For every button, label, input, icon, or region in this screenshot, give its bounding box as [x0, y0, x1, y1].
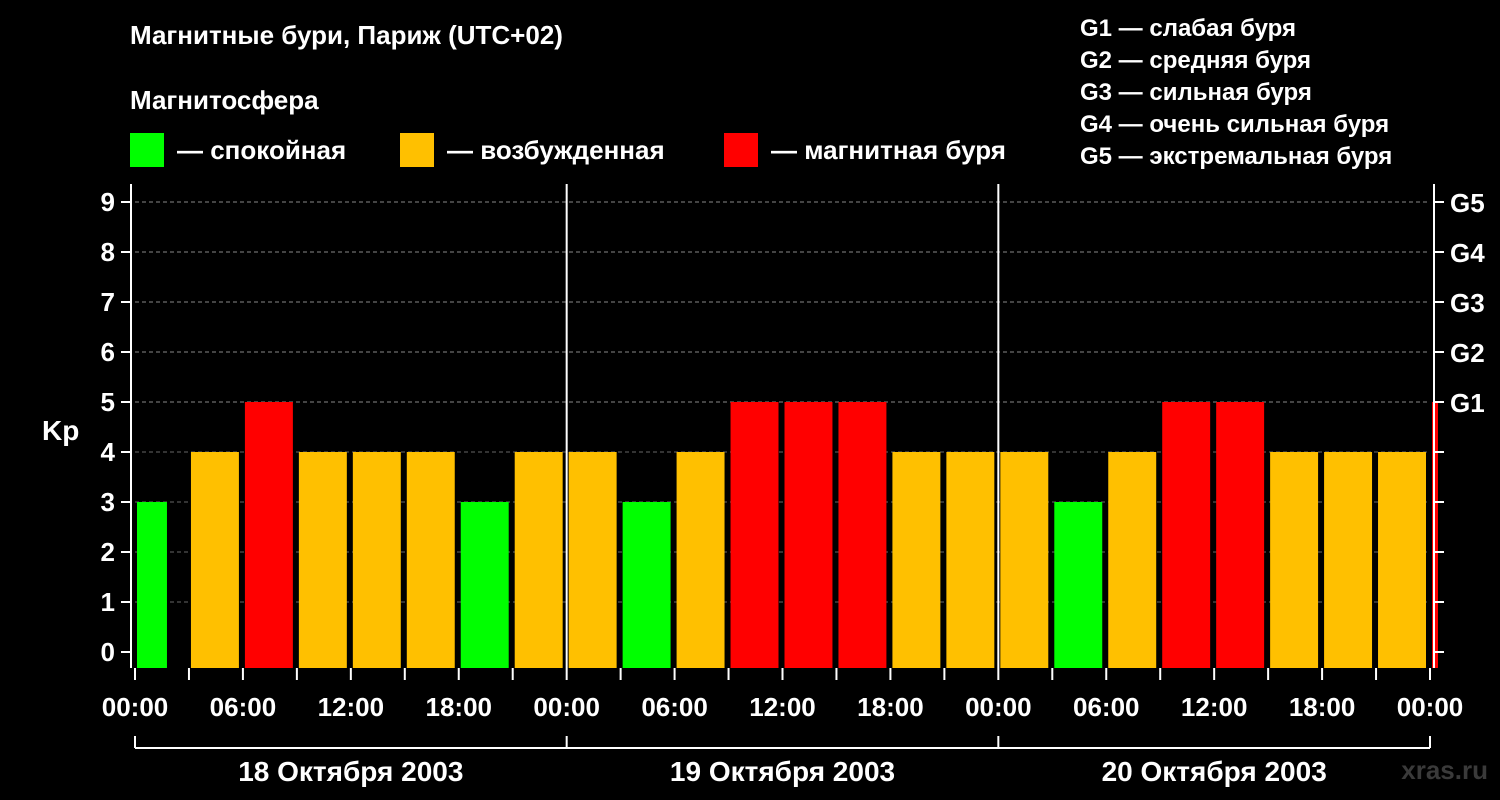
kp-bar [190, 452, 239, 668]
x-tick-label: 18:00 [1289, 692, 1356, 722]
kp-bar [1054, 502, 1103, 668]
kp-bar [838, 402, 887, 668]
kp-bar [1216, 402, 1265, 668]
x-tick-label: 12:00 [1181, 692, 1248, 722]
kp-bar [1108, 452, 1157, 668]
x-tick-label: 00:00 [533, 692, 600, 722]
x-tick-label: 06:00 [641, 692, 708, 722]
kp-bar [730, 402, 779, 668]
x-tick-label: 00:00 [1397, 692, 1464, 722]
x-tick-label: 06:00 [210, 692, 277, 722]
kp-bar [298, 452, 347, 668]
kp-bar [1324, 452, 1373, 668]
right-tick-label: G2 [1450, 338, 1485, 368]
x-tick-label: 00:00 [102, 692, 169, 722]
day-label: 18 Октября 2003 [238, 756, 463, 787]
kp-bar [460, 502, 509, 668]
y-tick-label: 7 [101, 287, 115, 317]
right-tick-label: G4 [1450, 238, 1485, 268]
y-tick-label: 9 [101, 187, 115, 217]
kp-bar [1378, 452, 1426, 668]
x-tick-label: 12:00 [318, 692, 385, 722]
right-tick-label: G3 [1450, 288, 1485, 318]
kp-bar [1000, 452, 1049, 668]
kp-bar [1162, 402, 1211, 668]
y-tick-label: 8 [101, 237, 115, 267]
kp-bar [946, 452, 995, 668]
y-tick-label: 2 [101, 537, 115, 567]
kp-bar [622, 502, 671, 668]
watermark: xras.ru [1401, 755, 1488, 785]
y-tick-label: 4 [101, 437, 116, 467]
x-tick-label: 18:00 [426, 692, 493, 722]
kp-bar [568, 452, 617, 668]
y-axis-label: Kp [42, 415, 79, 446]
x-tick-label: 18:00 [857, 692, 924, 722]
day-label: 19 Октября 2003 [670, 756, 895, 787]
kp-bar [406, 452, 455, 668]
y-tick-label: 3 [101, 487, 115, 517]
y-tick-label: 0 [101, 637, 115, 667]
kp-bar-chart: 0 1 2 3 4 5 6 7 8 9 G1 G2 G3 G4 G5 Kp 00:00 06:00 12:00 18:… [42, 184, 1485, 787]
kp-bar [892, 452, 941, 668]
x-tick-label: 00:00 [965, 692, 1032, 722]
x-tick-label: 12:00 [749, 692, 816, 722]
kp-bar [352, 452, 401, 668]
x-tick-label: 06:00 [1073, 692, 1140, 722]
y-tick-label: 1 [101, 587, 115, 617]
y-tick-label: 5 [101, 387, 115, 417]
kp-bar [1270, 452, 1319, 668]
kp-bar [137, 502, 167, 668]
kp-bar [676, 452, 725, 668]
kp-bar [514, 452, 563, 668]
kp-bar [784, 402, 833, 668]
right-tick-label: G5 [1450, 188, 1485, 218]
y-tick-label: 6 [101, 337, 115, 367]
day-label: 20 Октября 2003 [1102, 756, 1327, 787]
right-tick-label: G1 [1450, 388, 1485, 418]
kp-bar [244, 402, 293, 668]
